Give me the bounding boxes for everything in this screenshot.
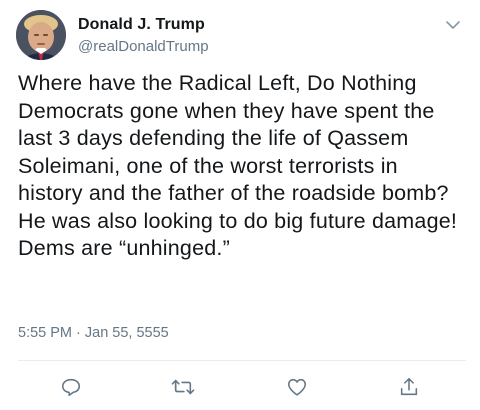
avatar-image: [16, 10, 66, 60]
username[interactable]: @realDonaldTrump: [78, 38, 209, 55]
tweet-timestamp[interactable]: 5:55 PM · Jan 55, 5555: [18, 325, 169, 341]
chevron-down-icon[interactable]: [440, 12, 466, 38]
tweet-card: Donald J. Trump @realDonaldTrump Where h…: [0, 0, 480, 410]
reply-icon[interactable]: [56, 372, 86, 402]
action-bar: [0, 372, 480, 402]
retweet-icon[interactable]: [168, 372, 198, 402]
like-icon[interactable]: [282, 372, 312, 402]
divider: [18, 360, 466, 361]
share-icon[interactable]: [394, 372, 424, 402]
avatar[interactable]: [16, 10, 66, 60]
tweet-text: Where have the Radical Left, Do Nothing …: [18, 71, 464, 260]
tweet-header: Donald J. Trump @realDonaldTrump: [16, 10, 466, 62]
display-name[interactable]: Donald J. Trump: [78, 16, 205, 34]
